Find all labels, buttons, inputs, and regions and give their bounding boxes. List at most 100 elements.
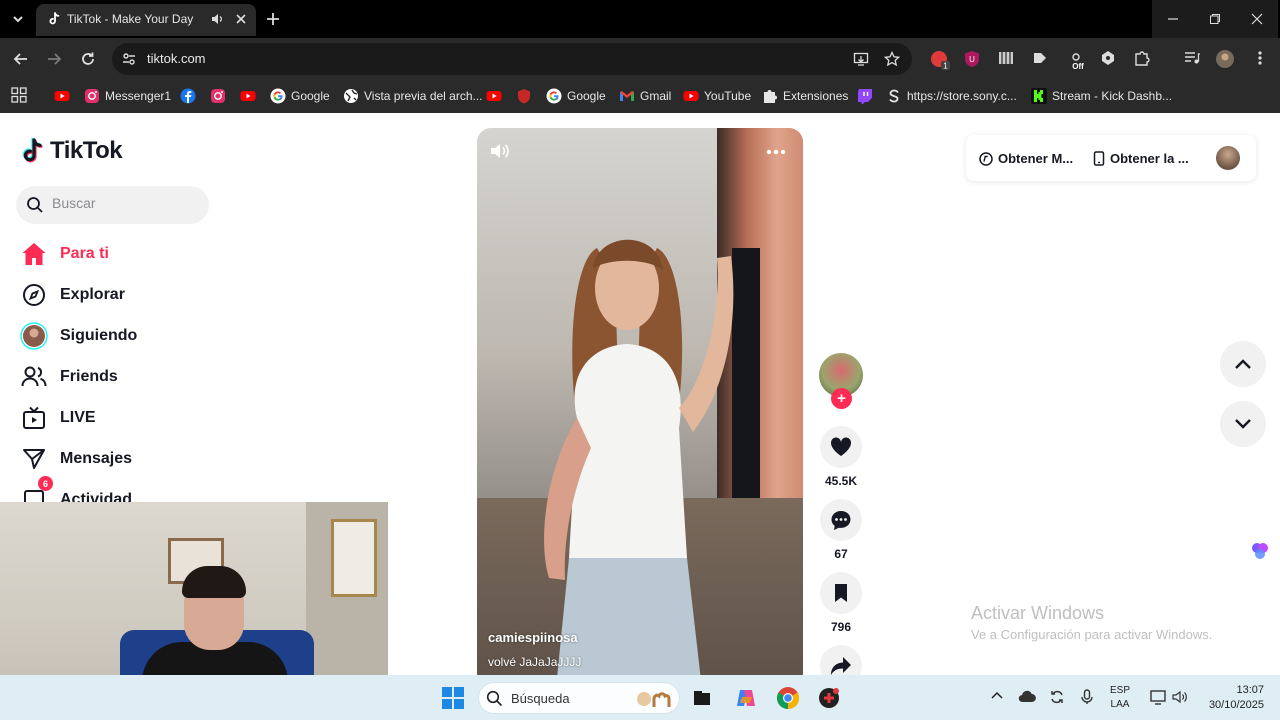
video-caption: volvé JaJaJaJJJJ — [488, 655, 582, 669]
ublock-shield-icon[interactable]: U — [964, 50, 980, 68]
tiktok-note-icon — [22, 138, 46, 164]
like-button[interactable] — [820, 426, 862, 468]
reload-icon[interactable] — [79, 50, 97, 68]
tray-chevron-up-icon[interactable] — [990, 689, 1004, 703]
bookmark-item[interactable] — [486, 87, 507, 105]
apps-grid-icon[interactable] — [11, 87, 27, 103]
taskbar-file-explorer[interactable] — [688, 684, 716, 712]
instagram-icon — [84, 88, 100, 104]
previous-video-button[interactable] — [1220, 341, 1266, 387]
bookmark-item[interactable]: Extensiones — [762, 87, 848, 105]
video-volume-icon[interactable] — [489, 141, 511, 161]
back-arrow-icon[interactable] — [12, 50, 30, 68]
site-info-icon[interactable] — [121, 51, 137, 67]
video-more-options-icon[interactable] — [765, 142, 787, 162]
search-box[interactable] — [16, 186, 209, 224]
extension-off-label: Off — [1072, 62, 1084, 70]
window-close-button[interactable] — [1236, 0, 1278, 38]
live-icon — [20, 404, 48, 432]
extension-tag-icon[interactable] — [1032, 50, 1048, 66]
taskbar-clock[interactable]: 13:07 30/10/2025 — [1196, 683, 1264, 713]
new-tab-icon[interactable] — [264, 10, 282, 28]
bookmark-item[interactable] — [857, 87, 878, 105]
bookmark-item[interactable]: Messenger1 — [84, 87, 171, 105]
extension-red-icon[interactable]: 1 — [930, 50, 950, 70]
bookmark-item[interactable]: Google — [270, 87, 330, 105]
nav-item-mensajes[interactable]: Mensajes — [20, 441, 132, 477]
tab-audio-icon[interactable] — [210, 12, 224, 26]
share-button[interactable] — [820, 645, 862, 675]
bookmark-item[interactable] — [210, 87, 231, 105]
bookmark-item[interactable]: Vista previa del arch... — [343, 87, 483, 105]
floating-assistant-icon[interactable] — [1250, 541, 1270, 561]
save-button[interactable] — [820, 572, 862, 614]
taskbar-search-label: Búsqueda — [511, 691, 570, 706]
nav-item-siguiendo[interactable]: Siguiendo — [20, 318, 137, 354]
bookmark-item[interactable] — [516, 87, 537, 105]
sync-icon[interactable] — [1049, 689, 1065, 705]
follow-plus-icon[interactable]: + — [831, 388, 852, 409]
tab-search-chevron-icon[interactable] — [8, 9, 28, 29]
tab-tiktok[interactable]: TikTok - Make Your Day — [36, 4, 256, 36]
nav-item-explorar[interactable]: Explorar — [20, 277, 125, 313]
comment-button[interactable] — [820, 499, 862, 541]
next-video-button[interactable] — [1220, 401, 1266, 447]
forward-arrow-icon[interactable] — [45, 50, 63, 68]
youtube-icon — [683, 88, 699, 104]
bookmark-item[interactable]: Google — [546, 87, 606, 105]
windows-start-icon[interactable] — [442, 687, 464, 709]
phone-icon — [1093, 151, 1105, 166]
taskbar-app-red[interactable] — [815, 684, 843, 712]
extension-off-icon[interactable]: Off — [1066, 50, 1086, 70]
extension-badge-count: 1 — [943, 62, 948, 71]
bookmark-item[interactable]: Gmail — [619, 87, 671, 105]
onedrive-cloud-icon[interactable] — [1018, 689, 1036, 703]
volume-icon[interactable] — [1172, 689, 1188, 705]
nav-item-para-ti[interactable]: Para ti — [20, 236, 109, 272]
get-app-button[interactable]: Obtener la ... — [1093, 151, 1189, 166]
nav-item-friends[interactable]: Friends — [20, 359, 118, 395]
media-controls-icon[interactable] — [1184, 50, 1200, 66]
extension-gamepad-icon[interactable] — [1100, 50, 1116, 66]
bookmark-item[interactable]: YouTube — [683, 87, 751, 105]
taskbar-search-box[interactable]: Búsqueda — [478, 682, 680, 714]
tiktok-logo[interactable]: TikTok — [22, 137, 123, 165]
search-input[interactable] — [52, 195, 202, 211]
taskbar-chrome[interactable] — [774, 684, 802, 712]
red-app-icon — [818, 687, 840, 709]
nav-item-live[interactable]: LIVE — [20, 400, 96, 436]
bookmark-item[interactable] — [54, 87, 75, 105]
tiktok-wordmark: TikTok — [50, 137, 123, 164]
bookmark-item[interactable]: https://store.sony.c... — [886, 87, 1017, 105]
extensions-puzzle-icon[interactable] — [1134, 50, 1150, 66]
creator-avatar-button[interactable]: + — [819, 353, 863, 409]
bookmark-item[interactable] — [240, 87, 261, 105]
address-bar[interactable]: tiktok.com — [112, 43, 912, 75]
video-username[interactable]: camiespiinosa — [488, 630, 578, 645]
bookmark-star-icon[interactable] — [884, 51, 900, 67]
bookmark-label: Messenger1 — [105, 89, 172, 103]
get-coins-button[interactable]: Obtener M... — [979, 151, 1073, 166]
taskbar-copilot[interactable] — [732, 684, 760, 712]
extension-grid-icon[interactable] — [998, 50, 1014, 66]
profile-avatar-icon[interactable] — [1216, 50, 1234, 68]
coin-icon — [979, 151, 993, 166]
bookmark-label: Google — [291, 89, 330, 103]
user-profile-avatar[interactable] — [1216, 146, 1240, 170]
bookmark-item[interactable]: Stream - Kick Dashb... — [1031, 87, 1172, 105]
activate-windows-title: Activar Windows — [971, 603, 1105, 623]
browser-tab-bar: TikTok - Make Your Day — [0, 0, 1280, 38]
window-restore-button[interactable] — [1194, 0, 1236, 38]
following-avatar-icon — [20, 322, 48, 350]
kick-icon — [1031, 88, 1047, 104]
tab-close-icon[interactable] — [234, 12, 248, 26]
bookmark-item[interactable] — [180, 87, 201, 105]
activate-windows-subtitle: Ve a Configuración para activar Windows. — [971, 627, 1213, 642]
window-minimize-button[interactable] — [1152, 0, 1194, 38]
display-icon[interactable] — [1150, 689, 1166, 705]
input-language[interactable]: ESP LAA — [1110, 684, 1130, 712]
browser-menu-icon[interactable] — [1252, 50, 1268, 66]
install-app-icon[interactable] — [853, 51, 869, 67]
microphone-icon[interactable] — [1080, 689, 1094, 705]
video-player[interactable]: camiespiinosa volvé JaJaJaJJJJ — [477, 128, 803, 675]
